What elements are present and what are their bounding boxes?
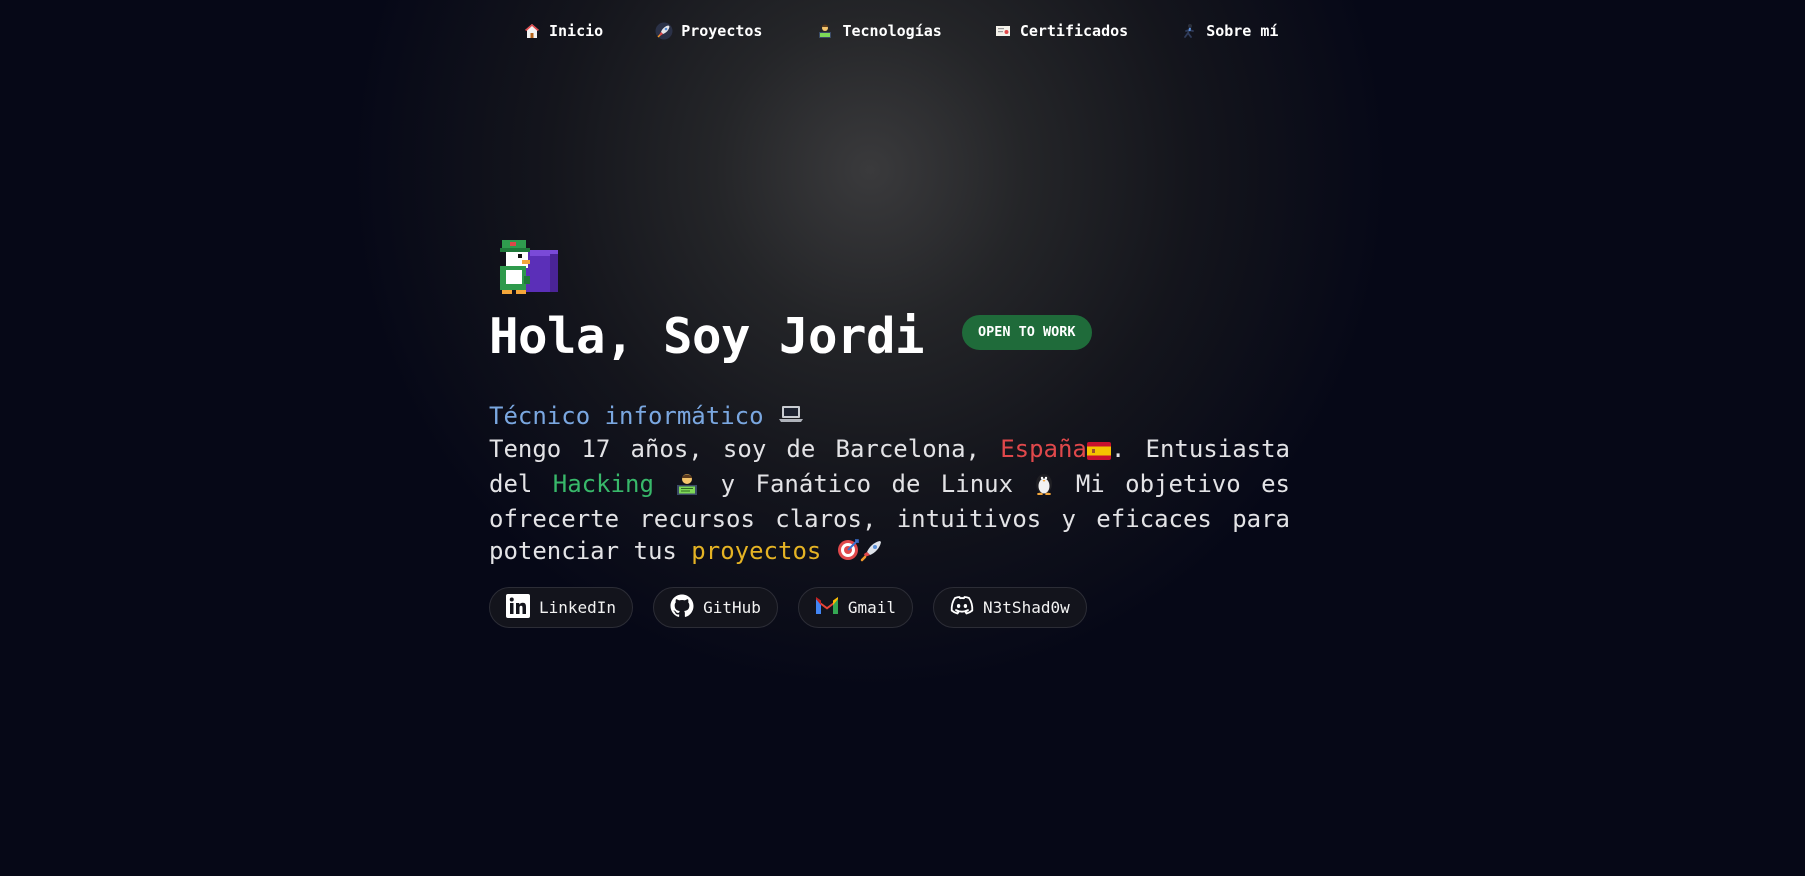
desc-text: y Fanático de Linux [700, 470, 1034, 498]
target-icon [836, 538, 860, 570]
page-title: Hola, Soy Jordi [489, 308, 925, 365]
spain-flag-icon [1086, 436, 1111, 468]
technologist-icon [674, 471, 700, 503]
github-button[interactable]: GitHub [653, 587, 778, 628]
description-paragraph: Tengo 17 años, soy de Barcelona, España.… [489, 433, 1290, 570]
hacking-highlight: Hacking [552, 470, 654, 498]
nav-label: Inicio [549, 22, 604, 40]
role-text: Técnico informático [489, 402, 764, 430]
nav-item-certificados[interactable]: Certificados [994, 22, 1128, 40]
social-label: LinkedIn [539, 598, 617, 617]
linkedin-button[interactable]: LinkedIn [489, 587, 634, 628]
technologist-icon [816, 22, 834, 40]
penguin-icon [1033, 471, 1055, 503]
projects-highlight: proyectos [691, 537, 822, 565]
laptop-icon [778, 402, 804, 430]
nav-label: Sobre mí [1206, 22, 1279, 40]
nav-item-sobre-mi[interactable]: Sobre mí [1180, 22, 1278, 40]
nav-label: Tecnologías [842, 22, 942, 40]
rocket-icon [655, 22, 673, 40]
rocket-icon [860, 538, 884, 570]
social-label: N3tShad0w [983, 598, 1070, 617]
nav-label: Proyectos [681, 22, 763, 40]
social-links: LinkedIn GitHub Gmail N3tShad0w [489, 587, 1087, 628]
country-highlight: España [1000, 435, 1087, 463]
github-icon [670, 594, 694, 622]
top-navigation: Inicio Proyectos Tecnologías Certificado… [523, 22, 1278, 40]
certificate-icon [994, 22, 1012, 40]
pixel-character-icon [496, 236, 564, 296]
person-icon [1180, 22, 1198, 40]
social-label: Gmail [847, 598, 897, 617]
role-line: Técnico informático [489, 402, 804, 430]
nav-item-proyectos[interactable]: Proyectos [655, 22, 762, 40]
desc-text: Tengo 17 años, soy de Barcelona, [489, 435, 1001, 463]
gmail-button[interactable]: Gmail [797, 587, 914, 628]
nav-item-inicio[interactable]: Inicio [523, 22, 603, 40]
house-icon [523, 22, 541, 40]
open-to-work-badge: OPEN TO WORK [962, 315, 1092, 350]
nav-label: Certificados [1019, 22, 1129, 40]
social-label: GitHub [703, 598, 761, 617]
linkedin-icon [506, 593, 530, 622]
discord-button[interactable]: N3tShad0w [933, 587, 1087, 628]
gmail-icon [815, 596, 839, 620]
nav-item-tecnologias[interactable]: Tecnologías [816, 22, 942, 40]
discord-icon [950, 595, 974, 620]
